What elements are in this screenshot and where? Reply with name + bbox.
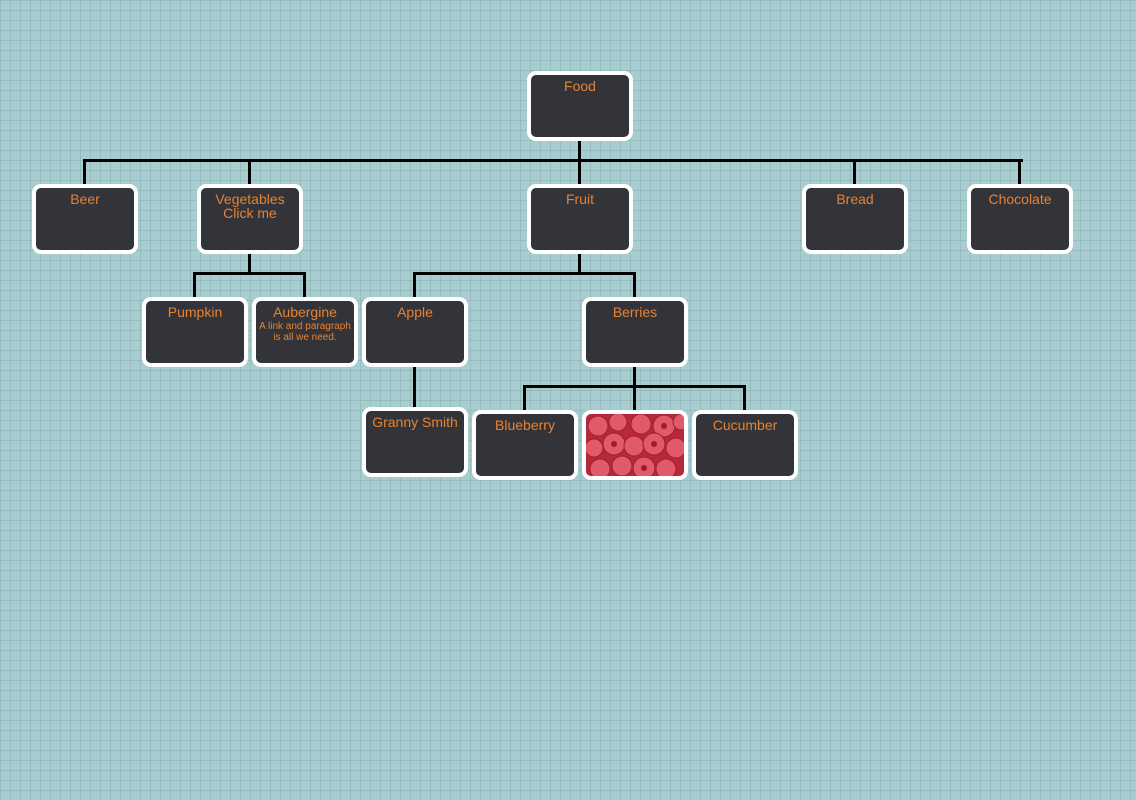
node-label: Beer xyxy=(70,191,100,207)
click-me-link[interactable]: Click me xyxy=(201,206,299,220)
connector xyxy=(743,385,746,410)
connector xyxy=(83,159,1023,162)
connector xyxy=(523,385,526,410)
node-berries[interactable]: Berries xyxy=(582,297,688,367)
connector xyxy=(83,159,86,184)
connector xyxy=(248,251,251,274)
connector xyxy=(413,272,416,297)
connector xyxy=(413,272,636,275)
node-cucumber[interactable]: Cucumber xyxy=(692,410,798,480)
node-label: Berries xyxy=(612,304,658,320)
node-bread[interactable]: Bread xyxy=(802,184,908,254)
node-label: Pumpkin xyxy=(167,304,223,320)
node-label: Apple xyxy=(397,304,433,320)
node-label: Vegetables xyxy=(215,191,285,207)
node-granny-smith[interactable]: Granny Smith xyxy=(362,407,468,477)
node-label: Blueberry xyxy=(495,417,555,433)
connector xyxy=(633,272,636,297)
node-raspberry[interactable] xyxy=(582,410,688,480)
node-apple[interactable]: Apple xyxy=(362,297,468,367)
node-label: Cucumber xyxy=(712,417,778,433)
connector xyxy=(1018,159,1021,184)
node-fruit[interactable]: Fruit xyxy=(527,184,633,254)
connector xyxy=(193,272,196,297)
node-pumpkin[interactable]: Pumpkin xyxy=(142,297,248,367)
connector xyxy=(193,272,306,275)
node-blueberry[interactable]: Blueberry xyxy=(472,410,578,480)
connector xyxy=(633,364,636,387)
connector xyxy=(633,385,636,410)
connector xyxy=(413,364,416,407)
node-aubergine[interactable]: Aubergine A link and paragraph is all we … xyxy=(252,297,358,367)
node-label: Granny Smith xyxy=(372,414,458,430)
node-chocolate[interactable]: Chocolate xyxy=(967,184,1073,254)
connector xyxy=(853,159,856,184)
connector xyxy=(578,138,581,161)
node-paragraph: A link and paragraph is all we need. xyxy=(259,321,351,343)
node-beer[interactable]: Beer xyxy=(32,184,138,254)
connector xyxy=(578,251,581,274)
node-label: Food xyxy=(564,78,596,94)
connector xyxy=(303,272,306,297)
node-label: Chocolate xyxy=(988,191,1052,207)
node-label: Aubergine xyxy=(273,304,337,320)
connector xyxy=(248,159,251,184)
node-food[interactable]: Food xyxy=(527,71,633,141)
raspberries-photo xyxy=(586,414,684,476)
node-vegetables[interactable]: Vegetables Click me xyxy=(197,184,303,254)
connector xyxy=(578,159,581,184)
node-label: Fruit xyxy=(566,191,594,207)
node-label: Bread xyxy=(836,191,874,207)
